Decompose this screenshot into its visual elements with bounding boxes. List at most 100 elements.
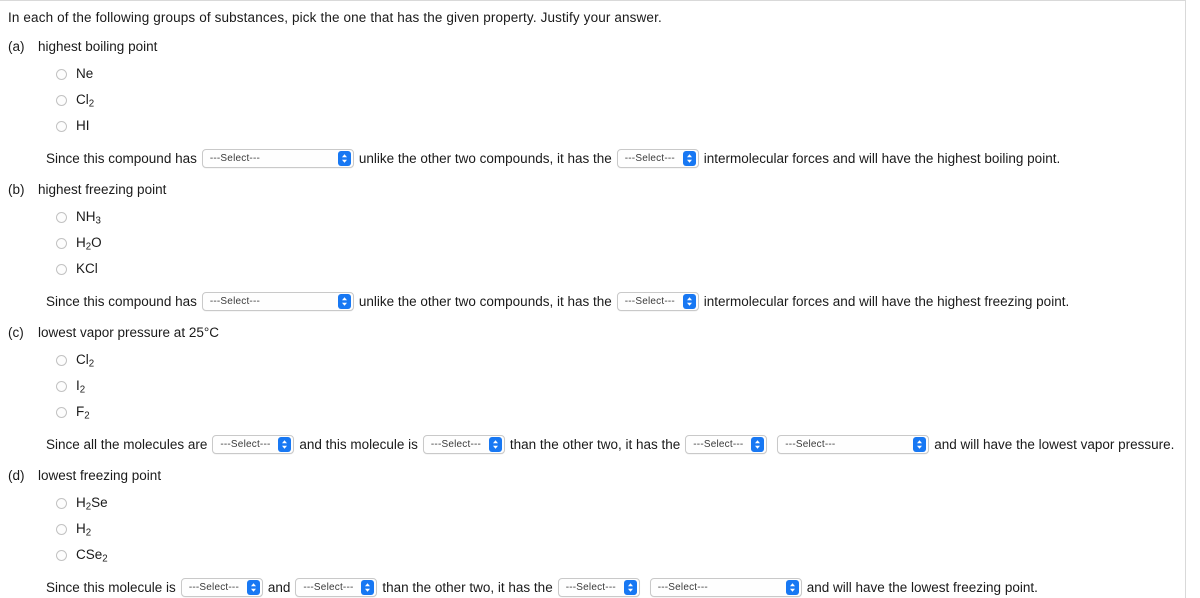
radio-button-icon[interactable] xyxy=(56,354,67,366)
part-c-letter: (c) xyxy=(8,325,24,340)
justification-text: and this molecule is xyxy=(299,437,418,452)
option-label: NH3 xyxy=(76,209,101,227)
radio-button-icon[interactable] xyxy=(56,94,67,106)
part-d-justification: Since this molecule is ---Select--- and … xyxy=(8,578,1185,597)
option-row[interactable]: H2 xyxy=(56,516,1185,542)
justification-text: unlike the other two compounds, it has t… xyxy=(358,294,612,309)
radio-button-icon[interactable] xyxy=(56,237,67,249)
select-dropdown[interactable]: ---Select--- xyxy=(616,292,699,311)
select-dropdown[interactable]: ---Select--- xyxy=(295,578,378,597)
select-dropdown[interactable]: ---Select--- xyxy=(201,292,354,311)
select-value: ---Select--- xyxy=(303,582,354,593)
select-value: ---Select--- xyxy=(624,296,675,307)
option-label: I2 xyxy=(76,378,86,396)
part-d-title: lowest freezing point xyxy=(38,468,162,483)
select-value: ---Select--- xyxy=(657,582,708,593)
part-a-title: highest boiling point xyxy=(38,39,158,54)
option-row[interactable]: I2 xyxy=(56,373,1185,399)
option-row[interactable]: H2Se xyxy=(56,490,1185,516)
select-value: ---Select--- xyxy=(209,153,261,164)
justification-text: and will have the lowest vapor pressure. xyxy=(934,437,1175,452)
justification-text: unlike the other two compounds, it has t… xyxy=(358,151,612,166)
justification-text: Since this molecule is xyxy=(46,580,176,595)
option-label: CSe2 xyxy=(76,547,108,565)
option-row[interactable]: KCl xyxy=(56,256,1185,282)
part-a-options: Ne Cl2 HI xyxy=(8,61,1185,139)
select-value: ---Select--- xyxy=(693,439,744,450)
select-value: ---Select--- xyxy=(188,582,239,593)
part-b-header: (b) highest freezing point xyxy=(8,182,1185,197)
chevron-updown-icon xyxy=(361,580,375,595)
radio-button-icon[interactable] xyxy=(56,68,67,80)
chevron-updown-icon xyxy=(337,294,351,309)
radio-button-icon[interactable] xyxy=(56,263,67,275)
radio-button-icon[interactable] xyxy=(56,406,67,418)
select-dropdown[interactable]: ---Select--- xyxy=(557,578,640,597)
chevron-updown-icon xyxy=(623,580,637,595)
question-part-b: (b) highest freezing point NH3 H2O KCl S… xyxy=(0,182,1185,311)
part-b-letter: (b) xyxy=(8,182,25,197)
justification-text: and xyxy=(267,580,291,595)
select-value: ---Select--- xyxy=(430,439,482,450)
select-value: ---Select--- xyxy=(624,153,675,164)
option-row[interactable]: Cl2 xyxy=(56,87,1185,113)
option-label: H2O xyxy=(76,235,102,253)
question-page: In each of the following groups of subst… xyxy=(0,0,1186,598)
radio-button-icon[interactable] xyxy=(56,211,67,223)
option-row[interactable]: Cl2 xyxy=(56,347,1185,373)
radio-button-icon[interactable] xyxy=(56,549,67,561)
question-part-a: (a) highest boiling point Ne Cl2 HI Sinc… xyxy=(0,39,1185,168)
part-b-justification: Since this compound has ---Select--- unl… xyxy=(8,292,1185,311)
select-dropdown[interactable]: ---Select--- xyxy=(422,435,505,454)
chevron-updown-icon xyxy=(913,437,927,452)
option-row[interactable]: H2O xyxy=(56,230,1185,256)
select-value: ---Select--- xyxy=(565,582,616,593)
select-dropdown[interactable]: ---Select--- xyxy=(616,149,699,168)
option-row[interactable]: NH3 xyxy=(56,204,1185,230)
chevron-updown-icon xyxy=(682,294,696,309)
justification-text: intermolecular forces and will have the … xyxy=(703,294,1070,309)
option-label: H2Se xyxy=(76,495,108,513)
part-b-options: NH3 H2O KCl xyxy=(8,204,1185,282)
option-row[interactable]: HI xyxy=(56,113,1185,139)
radio-button-icon[interactable] xyxy=(56,120,67,132)
radio-button-icon[interactable] xyxy=(56,523,67,535)
justification-text: Since this compound has xyxy=(46,294,197,309)
option-label: Cl2 xyxy=(76,92,95,110)
select-dropdown[interactable]: ---Select--- xyxy=(649,578,802,597)
select-value: ---Select--- xyxy=(220,439,271,450)
part-d-letter: (d) xyxy=(8,468,25,483)
part-c-options: Cl2 I2 F2 xyxy=(8,347,1185,425)
part-a-header: (a) highest boiling point xyxy=(8,39,1185,54)
justification-text: intermolecular forces and will have the … xyxy=(703,151,1061,166)
part-d-header: (d) lowest freezing point xyxy=(8,468,1185,483)
select-dropdown[interactable]: ---Select--- xyxy=(180,578,263,597)
chevron-updown-icon xyxy=(785,580,799,595)
justification-text: and will have the lowest freezing point. xyxy=(806,580,1038,595)
radio-button-icon[interactable] xyxy=(56,380,67,392)
option-label: F2 xyxy=(76,404,90,422)
select-dropdown[interactable]: ---Select--- xyxy=(201,149,354,168)
justification-text: than the other two, it has the xyxy=(382,580,553,595)
select-dropdown[interactable]: ---Select--- xyxy=(777,435,930,454)
question-prompt: In each of the following groups of subst… xyxy=(8,10,662,25)
option-label: H2 xyxy=(76,521,92,539)
select-value: ---Select--- xyxy=(785,439,836,450)
chevron-updown-icon xyxy=(278,437,292,452)
question-part-c: (c) lowest vapor pressure at 25°C Cl2 I2… xyxy=(0,325,1185,454)
chevron-updown-icon xyxy=(488,437,502,452)
option-label: HI xyxy=(76,118,90,134)
part-a-justification: Since this compound has ---Select--- unl… xyxy=(8,149,1185,168)
option-label: Ne xyxy=(76,66,94,82)
chevron-updown-icon xyxy=(682,151,696,166)
option-row[interactable]: Ne xyxy=(56,61,1185,87)
radio-button-icon[interactable] xyxy=(56,497,67,509)
option-label: KCl xyxy=(76,261,98,277)
select-value: ---Select--- xyxy=(209,296,261,307)
select-dropdown[interactable]: ---Select--- xyxy=(685,435,768,454)
option-row[interactable]: CSe2 xyxy=(56,542,1185,568)
part-c-title: lowest vapor pressure at 25°C xyxy=(38,325,219,340)
select-dropdown[interactable]: ---Select--- xyxy=(212,435,295,454)
chevron-updown-icon xyxy=(337,151,351,166)
option-row[interactable]: F2 xyxy=(56,399,1185,425)
